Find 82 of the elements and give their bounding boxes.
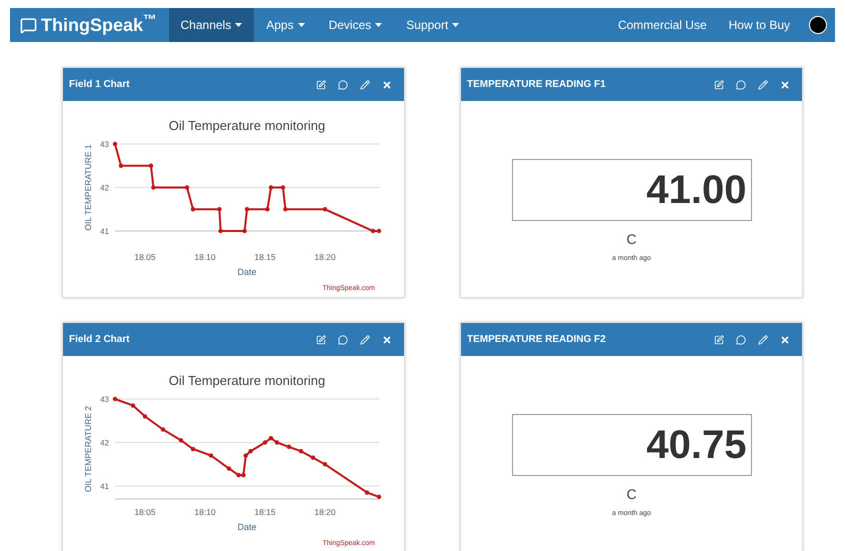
x-tick-label: 18:15	[254, 507, 276, 517]
data-point	[112, 142, 118, 146]
y-tick-label: 41	[100, 227, 109, 236]
data-point	[376, 494, 382, 500]
data-point	[148, 164, 154, 168]
pencil-icon[interactable]	[360, 80, 370, 90]
brand-logo[interactable]: ThingSpeak$^{™}$	[41, 12, 157, 38]
data-point	[190, 207, 196, 212]
nav-menu-item[interactable]: Apps	[254, 8, 317, 42]
edit-icon[interactable]	[316, 80, 326, 90]
close-icon[interactable]	[382, 334, 392, 344]
x-axis-title: Date	[238, 522, 256, 532]
y-tick-label: 42	[100, 438, 109, 448]
pencil-icon[interactable]	[758, 334, 768, 344]
unit-label: C	[626, 485, 637, 504]
data-point	[298, 449, 304, 454]
nav-menu-item[interactable]: Devices	[316, 8, 394, 42]
data-point	[190, 446, 196, 452]
y-tick-label: 42	[100, 184, 109, 192]
data-point	[322, 462, 328, 466]
value-display: 40.75	[512, 414, 752, 476]
nav-link[interactable]: How to Buy	[718, 8, 801, 42]
x-tick-label: 18:20	[314, 507, 336, 517]
data-point	[160, 427, 166, 432]
edit-icon[interactable]	[714, 80, 724, 90]
data-point	[322, 207, 328, 212]
comment-icon[interactable]	[736, 80, 746, 90]
y-tick-label: 41	[100, 482, 109, 491]
data-point	[226, 466, 232, 471]
chart-title: Oil Temperature monitoring	[168, 118, 326, 133]
close-icon[interactable]	[382, 80, 392, 90]
data-point	[184, 185, 190, 190]
data-point	[268, 185, 274, 190]
card-title: TEMPERATURE READING F1	[467, 78, 607, 92]
pencil-icon[interactable]	[360, 334, 370, 344]
data-point	[286, 444, 292, 450]
nav-menu-item[interactable]: Channels	[168, 8, 254, 42]
data-point	[244, 207, 250, 212]
x-axis-title: Date	[238, 267, 256, 277]
data-point	[118, 164, 124, 168]
comment-icon[interactable]	[338, 334, 348, 344]
y-axis-title: OIL TEMPERATURE 1	[83, 144, 93, 231]
y-tick-label: 43	[100, 140, 109, 149]
data-point	[283, 207, 288, 212]
card-title: TEMPERATURE READING F2	[467, 333, 607, 347]
card-title: Field 2 Chart	[69, 333, 131, 347]
data-point	[178, 438, 184, 443]
edit-icon[interactable]	[316, 334, 326, 344]
close-icon[interactable]	[780, 334, 790, 344]
chart-title: Oil Temperature monitoring	[168, 373, 326, 388]
data-point	[142, 414, 148, 419]
x-tick-label: 18.05	[134, 252, 156, 262]
x-tick-label: 18.15	[254, 252, 276, 262]
y-axis-title: OIL TEMPERATURE 2	[83, 406, 93, 492]
data-point	[130, 403, 136, 408]
data-point	[364, 490, 370, 495]
data-point	[217, 207, 222, 212]
x-tick-label: 18:05	[134, 507, 156, 517]
comment-icon[interactable]	[338, 80, 348, 90]
x-tick-label: 18.20	[314, 252, 336, 262]
value-display: 41.00	[512, 159, 752, 221]
x-tick-label: 18:10	[194, 507, 216, 517]
comment-icon[interactable]	[736, 334, 746, 344]
data-point	[112, 396, 118, 402]
logo-icon	[20, 16, 37, 34]
card-title: Field 1 Chart	[69, 78, 131, 92]
edit-icon[interactable]	[714, 334, 724, 344]
data-point	[151, 185, 156, 190]
data-point	[208, 453, 214, 458]
x-tick-label: 18.10	[194, 252, 216, 262]
unit-label: C	[626, 230, 637, 249]
data-point	[265, 207, 270, 212]
avatar-icon[interactable]	[809, 16, 827, 34]
close-icon[interactable]	[780, 80, 790, 90]
pencil-icon[interactable]	[758, 80, 768, 90]
data-point	[218, 228, 223, 234]
y-tick-label: 43	[100, 395, 109, 404]
nav-menu-item[interactable]: Support	[394, 8, 472, 42]
nav-link[interactable]: Commercial Use	[606, 8, 718, 42]
data-point	[280, 185, 286, 190]
data-point	[242, 228, 247, 234]
data-point	[310, 456, 316, 460]
